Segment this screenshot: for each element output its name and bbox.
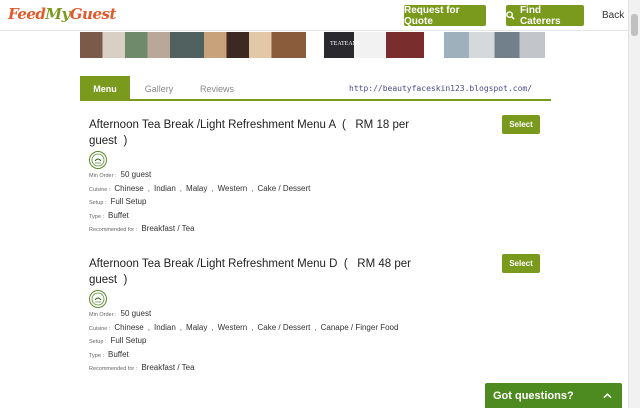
recommended-label: Recommended for : (89, 227, 138, 233)
min-order-row: Min Order :50 guest (89, 169, 549, 183)
cuisine-value: Indian (154, 183, 176, 193)
recommended-value: Breakfast / Tea (141, 224, 195, 233)
find-caterers-label: Find Caterers (519, 4, 561, 27)
setup-row: Setup : Full Setup (89, 335, 549, 349)
got-questions-widget[interactable]: Got questions? (485, 383, 622, 408)
cuisine-value: Western (217, 322, 248, 332)
recommended-row: Recommended for : Breakfast / Tea (89, 223, 549, 237)
gallery-thumbnail[interactable]: TEATEAM (324, 32, 424, 58)
type-row: Type : Buffet (89, 210, 549, 224)
cuisine-label: Cuisine : (89, 325, 111, 332)
type-label: Type : (89, 352, 104, 359)
min-order-label: Min Order : (89, 173, 117, 179)
top-header: FeedMyGuest Request for Quote Find Cater… (0, 0, 628, 31)
menu-item-name: Afternoon Tea Break /Light Refreshment M… (89, 119, 336, 131)
type-label: Type : (89, 213, 104, 220)
menu-item-title: Afternoon Tea Break /Light Refreshment M… (89, 119, 410, 147)
select-menu-button[interactable]: Select (502, 115, 540, 134)
type-value: Buffet (107, 210, 129, 220)
cuisine-value: Malay (186, 183, 208, 193)
halal-logo-icon-graphic (91, 153, 105, 167)
min-order-row: Min Order :50 guest (89, 308, 549, 322)
got-questions-label: Got questions? (493, 389, 574, 402)
setup-label: Setup : (89, 339, 107, 345)
chevron-up-icon (603, 392, 612, 398)
halal-logo-icon-graphic (91, 292, 105, 306)
cuisine-value: Indian (154, 322, 176, 332)
logo-text-guest: Guest (69, 5, 117, 23)
cuisine-value: Cake / Dessert (257, 183, 311, 193)
logo-text-my: My (45, 5, 70, 23)
type-row: Type : Buffet (89, 349, 549, 363)
setup-row: Setup : Full Setup (89, 196, 549, 210)
scrollbar-thumb[interactable] (631, 14, 638, 36)
menu-item-name: Afternoon Tea Break /Light Refreshment M… (89, 258, 338, 270)
select-menu-button[interactable]: Select (502, 254, 540, 273)
blog-url-watermark: http://beautyfaceskin123.blogspot.com/ (349, 84, 533, 93)
halal-logo-icon (89, 151, 107, 169)
cuisine-value: Malay (186, 322, 208, 332)
feedmyguest-logo[interactable]: FeedMyGuest (8, 5, 116, 23)
min-order-label: Min Order : (89, 312, 117, 318)
menu-item-title: Afternoon Tea Break /Light Refreshment M… (89, 258, 411, 286)
min-order-value: 50 guest (120, 170, 152, 179)
tab-menu[interactable]: Menu (80, 76, 130, 101)
cuisine-value: Cake / Dessert (257, 322, 311, 332)
halal-logo-icon (89, 290, 107, 308)
cuisine-value: Chinese (114, 183, 144, 193)
setup-label: Setup : (89, 200, 107, 206)
tab-reviews[interactable]: Reviews (192, 76, 242, 101)
logo-text-feed: Feed (8, 5, 46, 23)
recommended-row: Recommended for : Breakfast / Tea (89, 362, 549, 376)
thumbnail-caption: TEATEAM (330, 41, 358, 47)
gallery-thumbnail[interactable] (80, 32, 205, 58)
request-quote-button[interactable]: Request for Quote (404, 4, 486, 27)
recommended-label: Recommended for : (89, 366, 138, 372)
cuisine-value: Canape / Finger Food (320, 322, 399, 332)
setup-value: Full Setup (110, 336, 147, 345)
page-scrollbar[interactable] (628, 0, 640, 408)
tab-gallery[interactable]: Gallery (136, 76, 182, 101)
menu-item: Afternoon Tea Break /Light Refreshment M… (89, 115, 549, 237)
cuisine-label: Cuisine : (89, 186, 111, 193)
gallery-thumbnail[interactable] (444, 32, 545, 58)
request-quote-label: Request for Quote (404, 4, 460, 27)
cuisine-row: Cuisine : Chinese, Indian, Malay, Western, Ca… (89, 183, 311, 193)
find-caterers-button[interactable]: Find Caterers (506, 4, 584, 27)
recommended-value: Breakfast / Tea (141, 363, 195, 372)
cuisine-value: Western (217, 183, 248, 193)
back-link[interactable]: Back (602, 10, 624, 21)
min-order-value: 50 guest (120, 309, 152, 318)
cuisine-row: Cuisine : Chinese, Indian, Malay, Western, Ca… (89, 322, 399, 332)
search-icon (506, 11, 515, 20)
type-value: Buffet (107, 349, 129, 359)
cuisine-value: Chinese (114, 322, 144, 332)
gallery-thumbnail[interactable] (204, 32, 306, 58)
menu-item: Afternoon Tea Break /Light Refreshment M… (89, 254, 549, 376)
setup-value: Full Setup (110, 197, 147, 206)
